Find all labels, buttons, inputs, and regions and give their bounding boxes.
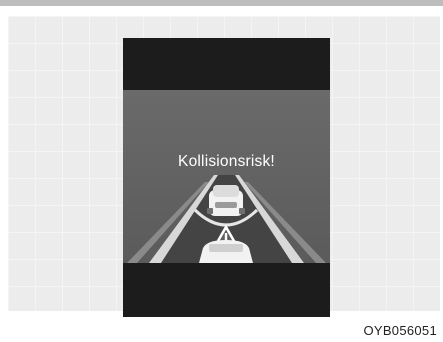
- display-top-band: [123, 38, 330, 90]
- top-strip: [0, 0, 443, 6]
- collision-warning-message: Kollisionsrisk!: [178, 153, 275, 170]
- instrument-cluster-display: Kollisionsrisk!: [123, 38, 330, 317]
- display-bottom-band: [123, 263, 330, 317]
- road-scene: [127, 175, 326, 263]
- figure-code: OYB056051: [363, 323, 437, 338]
- display-screen: Kollisionsrisk!: [123, 90, 330, 263]
